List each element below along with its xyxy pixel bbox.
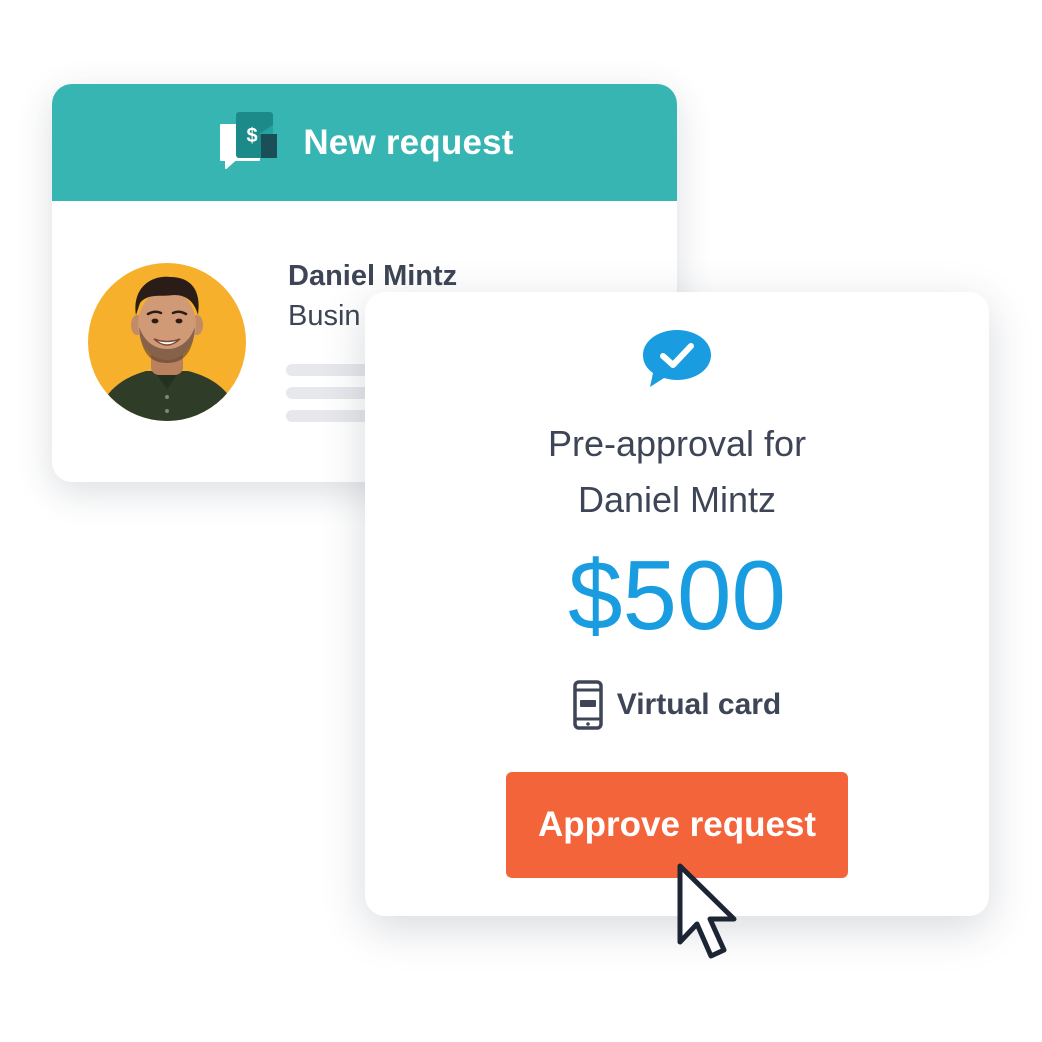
requester-role: Busin xyxy=(288,300,361,332)
approval-illustration: $ New request Daniel Mintz Busin Pre-app… xyxy=(0,0,1042,1042)
mobile-phone-icon xyxy=(572,680,603,730)
card-type: Virtual card xyxy=(365,680,989,730)
approval-title-line-2: Daniel Mintz xyxy=(577,479,777,520)
mouse-pointer-icon xyxy=(677,863,737,959)
check-bubble-icon xyxy=(643,330,711,387)
card-type-label: Virtual card xyxy=(616,688,782,721)
svg-text:$: $ xyxy=(247,125,258,147)
avatar xyxy=(88,263,246,421)
approval-title-line-1: Pre-approval for xyxy=(547,423,807,464)
pre-approval-card: Pre-approval for Daniel Mintz $500 Virtu… xyxy=(365,292,989,916)
approval-title: Pre-approval for Daniel Mintz xyxy=(365,416,989,528)
request-header: $ New request xyxy=(52,84,677,201)
person-photo xyxy=(96,276,240,421)
request-title: New request xyxy=(303,122,514,162)
requester-name: Daniel Mintz xyxy=(288,260,458,292)
approval-amount: $500 xyxy=(567,540,786,650)
dollar-chat-icon: $ xyxy=(220,111,278,169)
